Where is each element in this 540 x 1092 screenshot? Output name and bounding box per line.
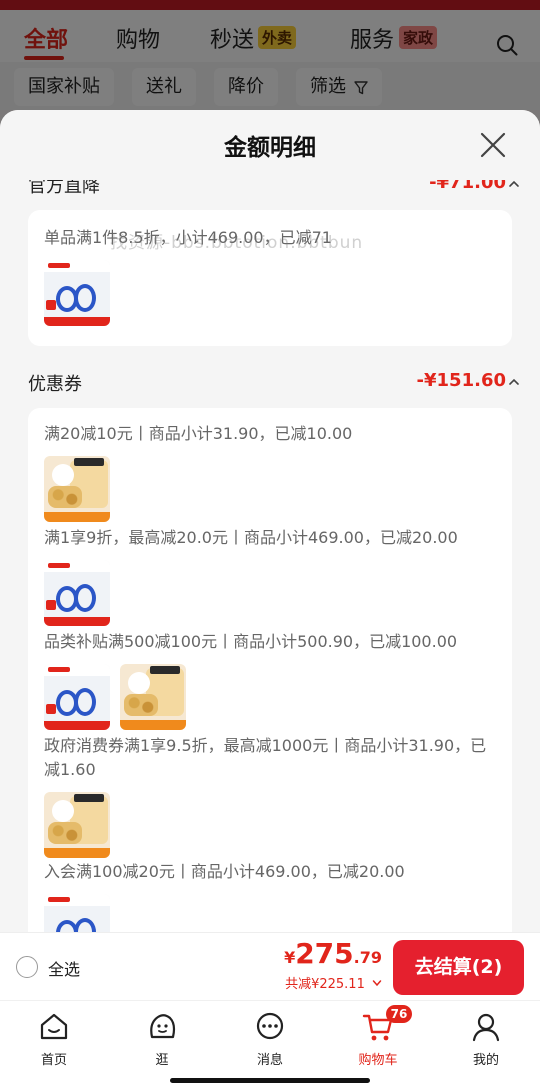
total-price-decimal: .79: [353, 948, 382, 967]
message-icon: [256, 1012, 284, 1040]
tab-label: 逛: [155, 1053, 169, 1068]
product-thumbnail-harness: [44, 664, 110, 730]
explore-icon: [150, 1014, 176, 1039]
tab-messages[interactable]: 消息: [230, 1007, 310, 1068]
home-indicator: [170, 1078, 370, 1083]
product-thumbnail-dogfood: [120, 664, 186, 730]
amount-detail-sheet: 金额明细 官方直降 -¥71.00 单品满1件8.5折，小计469.00，已减7…: [0, 110, 540, 932]
product-thumbnail-harness: [44, 560, 110, 626]
chevron-down-icon: [372, 980, 382, 987]
currency-symbol: ¥: [284, 948, 296, 967]
sheet-title: 金额明细: [224, 135, 316, 161]
product-thumbnail-dogfood: [44, 792, 110, 858]
coupon-line: 满20减10元丨商品小计31.90，已减10.00: [44, 424, 353, 443]
tab-label: 首页: [40, 1053, 67, 1068]
total-price: ¥275.79: [284, 937, 382, 970]
section-label: 优惠券: [28, 374, 82, 395]
checkout-button[interactable]: 去结算(2): [393, 940, 524, 995]
coupon-line: 政府消费券满1享9.5折，最高减1000元丨商品小计31.90，已减1.60: [44, 736, 487, 779]
coupon-line: 品类补贴满500减100元丨商品小计500.90，已减100.00: [44, 632, 458, 651]
total-price-integer: 275: [295, 937, 354, 970]
tab-cart[interactable]: 76 购物车: [338, 1005, 418, 1068]
watermark-text: 找资源-bbs.bbtotion.bbtbun: [110, 233, 364, 253]
profile-icon: [472, 1013, 500, 1042]
product-thumbnail-harness: [44, 260, 110, 326]
section-amount: -¥151.60: [416, 370, 506, 391]
total-savings[interactable]: 共减¥225.11: [285, 973, 382, 992]
section-header-coupons[interactable]: 优惠券 -¥151.60: [0, 368, 540, 398]
chevron-up-icon: [509, 378, 519, 385]
home-icon: [40, 1013, 68, 1040]
select-all-label[interactable]: 全选: [48, 956, 80, 980]
product-thumbnail-harness: [44, 894, 110, 932]
close-icon[interactable]: [478, 130, 508, 160]
select-all-checkbox[interactable]: [16, 956, 38, 978]
coupon-detail-card: 满20减10元丨商品小计31.90，已减10.00 满1享9折，最高减20.0元…: [28, 408, 512, 932]
product-thumbnail-dogfood: [44, 456, 110, 522]
tab-label: 购物车: [358, 1053, 398, 1068]
sheet-scroll-area[interactable]: 官方直降 -¥71.00 单品满1件8.5折，小计469.00，已减71 找资源…: [0, 170, 540, 932]
cart-count-badge: 76: [386, 1005, 412, 1023]
checkout-bar: 全选 ¥275.79 共减¥225.11 去结算(2): [0, 932, 540, 1000]
tab-profile[interactable]: 我的: [446, 1007, 526, 1068]
tab-home[interactable]: 首页: [14, 1007, 94, 1068]
coupon-line: 入会满100减20元丨商品小计469.00，已减20.00: [44, 862, 405, 881]
tab-explore[interactable]: 逛: [122, 1007, 202, 1068]
tab-label: 消息: [256, 1053, 283, 1068]
total-savings-text: 共减¥225.11: [285, 977, 365, 992]
tab-label: 我的: [472, 1053, 499, 1068]
coupon-line: 满1享9折，最高减20.0元丨商品小计469.00，已减20.00: [44, 528, 458, 547]
sheet-header: 金额明细: [0, 110, 540, 180]
